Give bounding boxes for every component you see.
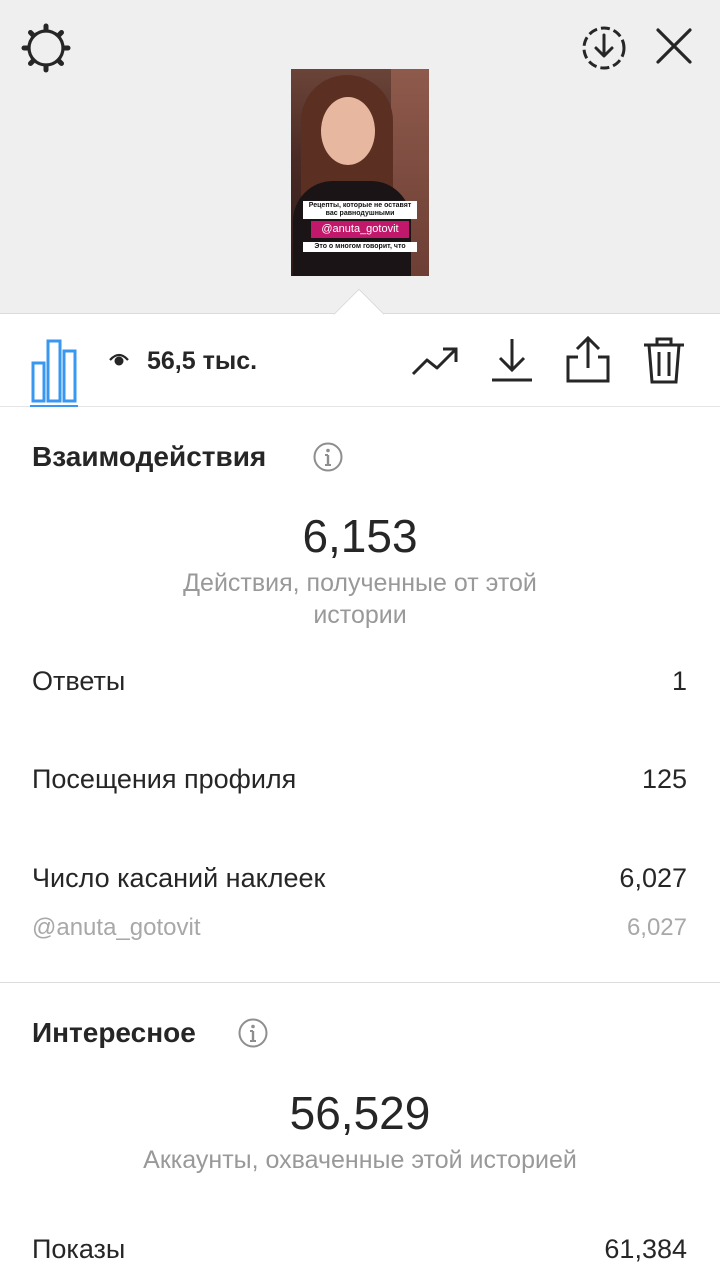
close-icon[interactable] (650, 22, 698, 70)
discovery-total-caption: Аккаунты, охваченные этой историей (143, 1146, 577, 1174)
metric-label-impressions: Показы (32, 1234, 126, 1264)
info-icon[interactable] (312, 441, 344, 473)
metric-label-sticker-taps: Число касаний наклеек (32, 863, 326, 893)
thumbnail-photo-face (321, 97, 375, 165)
section-title-discovery: Интересное (32, 1017, 196, 1048)
metric-value-replies: 1 (671, 666, 687, 696)
section-title-interactions: Взаимодействия (32, 441, 267, 472)
interactions-total: 6,153 (302, 510, 418, 562)
views-count: 56,5 тыс. (147, 347, 258, 375)
gear-icon[interactable] (20, 22, 72, 74)
sticker-mention-label: @anuta_gotovit (32, 914, 201, 941)
trend-icon[interactable] (410, 336, 458, 384)
thumbnail-mention-sticker: @anuta_gotovit (311, 221, 409, 238)
metric-label-profile-visits: Посещения профиля (32, 764, 297, 794)
bar-chart-icon[interactable] (30, 333, 78, 407)
discovery-total: 56,529 (289, 1087, 431, 1139)
circle-download-icon[interactable] (578, 22, 630, 74)
metric-label-replies: Ответы (32, 666, 126, 696)
share-icon[interactable] (564, 336, 612, 384)
sticker-mention-value: 6,027 (626, 914, 687, 941)
interactions-total-caption: Действия, полученные от этой истории (183, 569, 537, 629)
active-tab-indicator (30, 405, 78, 407)
metric-value-sticker-taps: 6,027 (619, 863, 687, 893)
info-icon[interactable] (237, 1017, 269, 1049)
story-thumbnail[interactable]: Рецепты, которые не оставят вас равнодуш… (291, 69, 429, 276)
thumbnail-caption-bottom: Это о многом говорит, что (303, 242, 417, 252)
section-divider (0, 982, 720, 983)
trash-icon[interactable] (640, 336, 688, 384)
eye-icon (109, 353, 129, 366)
metric-value-profile-visits: 125 (641, 764, 687, 794)
thumbnail-caption-top: Рецепты, которые не оставят вас равнодуш… (303, 201, 417, 219)
metric-value-impressions: 61,384 (604, 1234, 687, 1264)
download-icon[interactable] (488, 336, 536, 384)
